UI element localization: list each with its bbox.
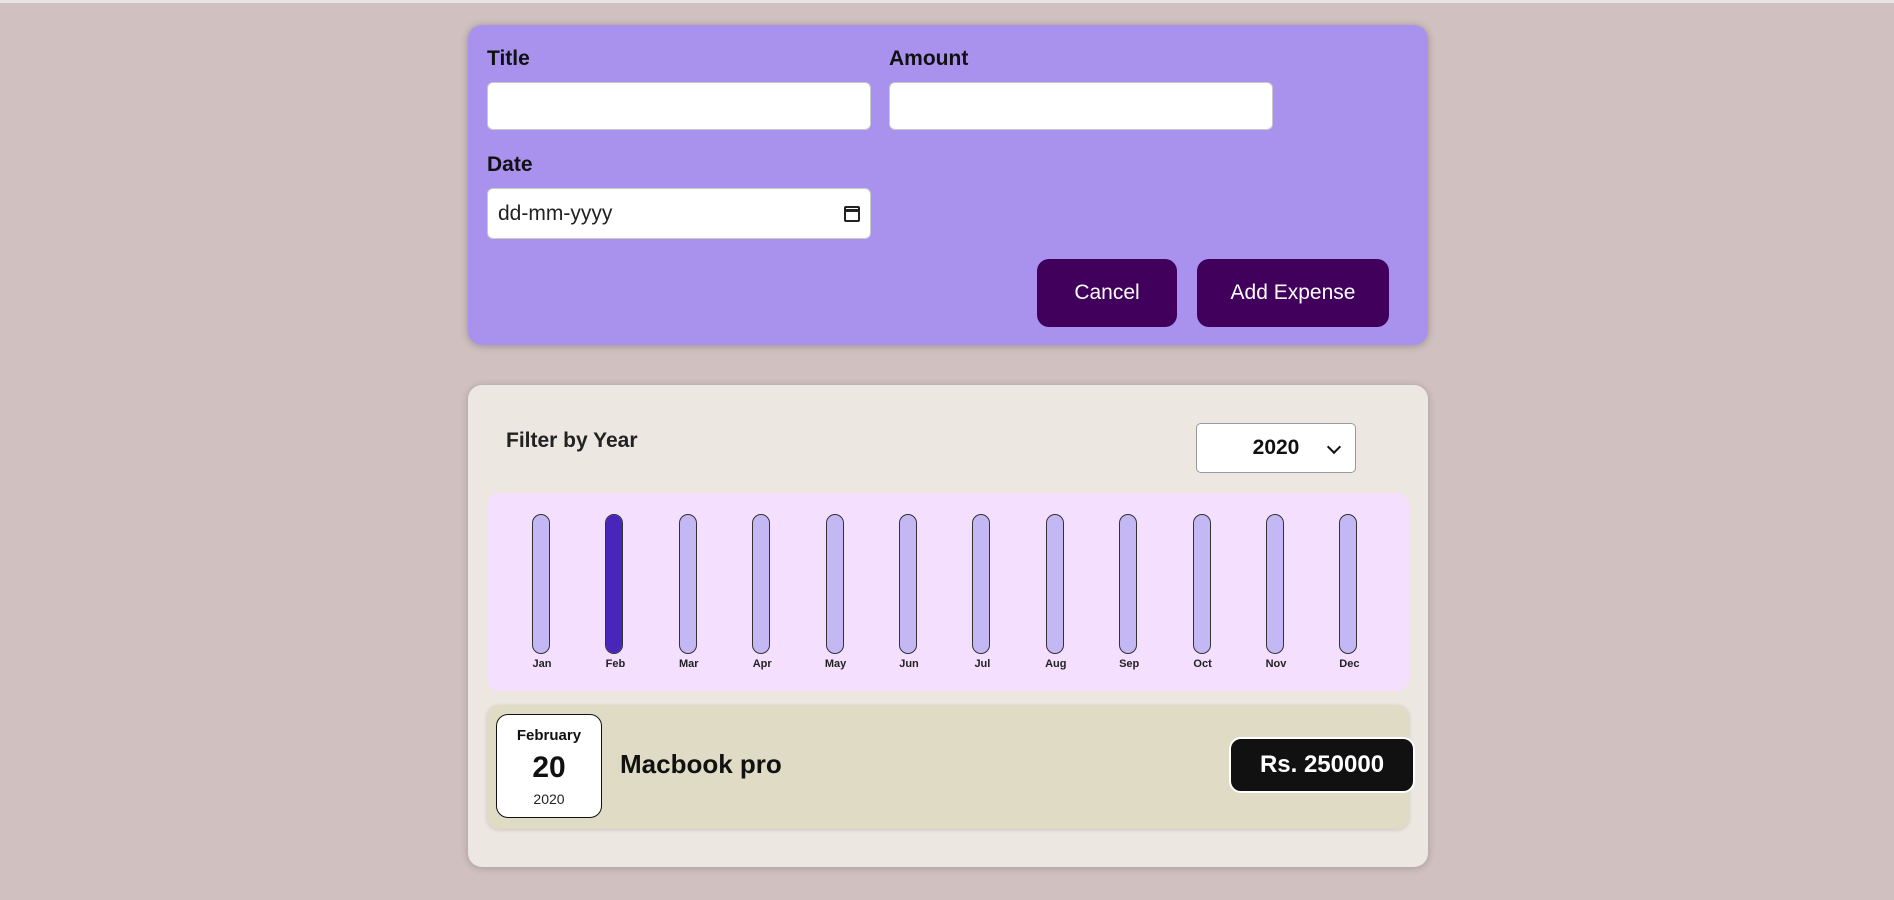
- chart-bar-label: Jun: [899, 658, 919, 670]
- date-label: Date: [487, 153, 533, 176]
- filter-label: Filter by Year: [506, 429, 638, 452]
- add-expense-button[interactable]: Add Expense: [1197, 259, 1389, 327]
- chart-bar-track: [678, 514, 697, 654]
- expense-date-day: 20: [532, 751, 566, 784]
- year-select-value: 2020: [1252, 436, 1300, 459]
- chart-bar-track: [1192, 514, 1211, 654]
- title-label: Title: [487, 47, 530, 70]
- chart-bar-aug: Aug: [1045, 514, 1066, 670]
- chart-bar-track: [532, 514, 550, 654]
- cancel-button[interactable]: Cancel: [1037, 259, 1177, 327]
- chart-bar-label: Feb: [605, 658, 626, 670]
- top-border: [0, 0, 1894, 3]
- chart-bar-track: [752, 514, 771, 654]
- chart-bar-label: Nov: [1265, 658, 1287, 670]
- expense-date: February 20 2020: [496, 714, 602, 818]
- chart-bar-jul: Jul: [972, 514, 992, 670]
- chart-bar-jun: Jun: [899, 514, 919, 670]
- chart-bar-track: [972, 514, 991, 654]
- new-expense-form: Title Amount Date dd-mm-yyyy Cancel Add …: [468, 25, 1428, 345]
- chart-bar-track: [1339, 514, 1358, 654]
- expense-date-year: 2020: [533, 791, 565, 807]
- amount-label: Amount: [889, 47, 969, 70]
- year-select[interactable]: 2020: [1196, 423, 1356, 473]
- calendar-icon[interactable]: [844, 205, 860, 222]
- chart-bar-label: Mar: [679, 658, 699, 670]
- chart-bar-label: Sep: [1119, 658, 1140, 670]
- expense-date-month: February: [516, 727, 582, 744]
- chart-bar-label: May: [824, 658, 847, 670]
- expense-amount: Rs. 250000: [1229, 737, 1415, 793]
- chart-bar-apr: Apr: [752, 514, 772, 670]
- chart-bar-track: [605, 514, 624, 654]
- chart-bar-nov: Nov: [1266, 514, 1286, 670]
- chart-bar-sep: Sep: [1119, 514, 1139, 670]
- chart-bar-label: Oct: [1193, 658, 1212, 670]
- date-placeholder: dd-mm-yyyy: [498, 201, 613, 225]
- chart-bar-label: Dec: [1339, 658, 1360, 670]
- chart-bar-dec: Dec: [1339, 514, 1359, 670]
- amount-input[interactable]: [889, 82, 1273, 130]
- chart-bar-track: [825, 514, 844, 654]
- chart-bar-oct: Oct: [1192, 514, 1213, 670]
- chart-bar-track: [899, 514, 917, 654]
- expenses-card: Filter by Year 2020 Jan Feb Mar Apr May Jun Ju…: [468, 385, 1428, 867]
- monthly-chart: Jan Feb Mar Apr May Jun Jul Aug Sep Oct Nov Dec: [487, 493, 1409, 691]
- chart-bar-label: Apr: [752, 658, 772, 670]
- chart-bar-track: [1266, 514, 1284, 654]
- expense-title: Macbook pro: [620, 749, 782, 779]
- chart-bar-label: Jan: [532, 658, 552, 670]
- date-input[interactable]: dd-mm-yyyy: [487, 188, 871, 239]
- chart-bar-fill: [606, 515, 623, 653]
- title-input[interactable]: [487, 82, 871, 130]
- expense-item: February 20 2020 Macbook pro Rs. 250000: [487, 705, 1415, 829]
- chart-bar-mar: Mar: [678, 514, 699, 670]
- chart-bar-feb: Feb: [605, 514, 625, 670]
- chart-bar-label: Aug: [1045, 658, 1067, 670]
- chart-bar-track: [1045, 514, 1064, 654]
- chevron-down-icon: [1326, 439, 1342, 455]
- chart-bar-track: [1119, 514, 1138, 654]
- chart-bar-label: Jul: [974, 658, 991, 670]
- chart-bar-jan: Jan: [532, 514, 552, 670]
- chart-bar-may: May: [825, 514, 846, 670]
